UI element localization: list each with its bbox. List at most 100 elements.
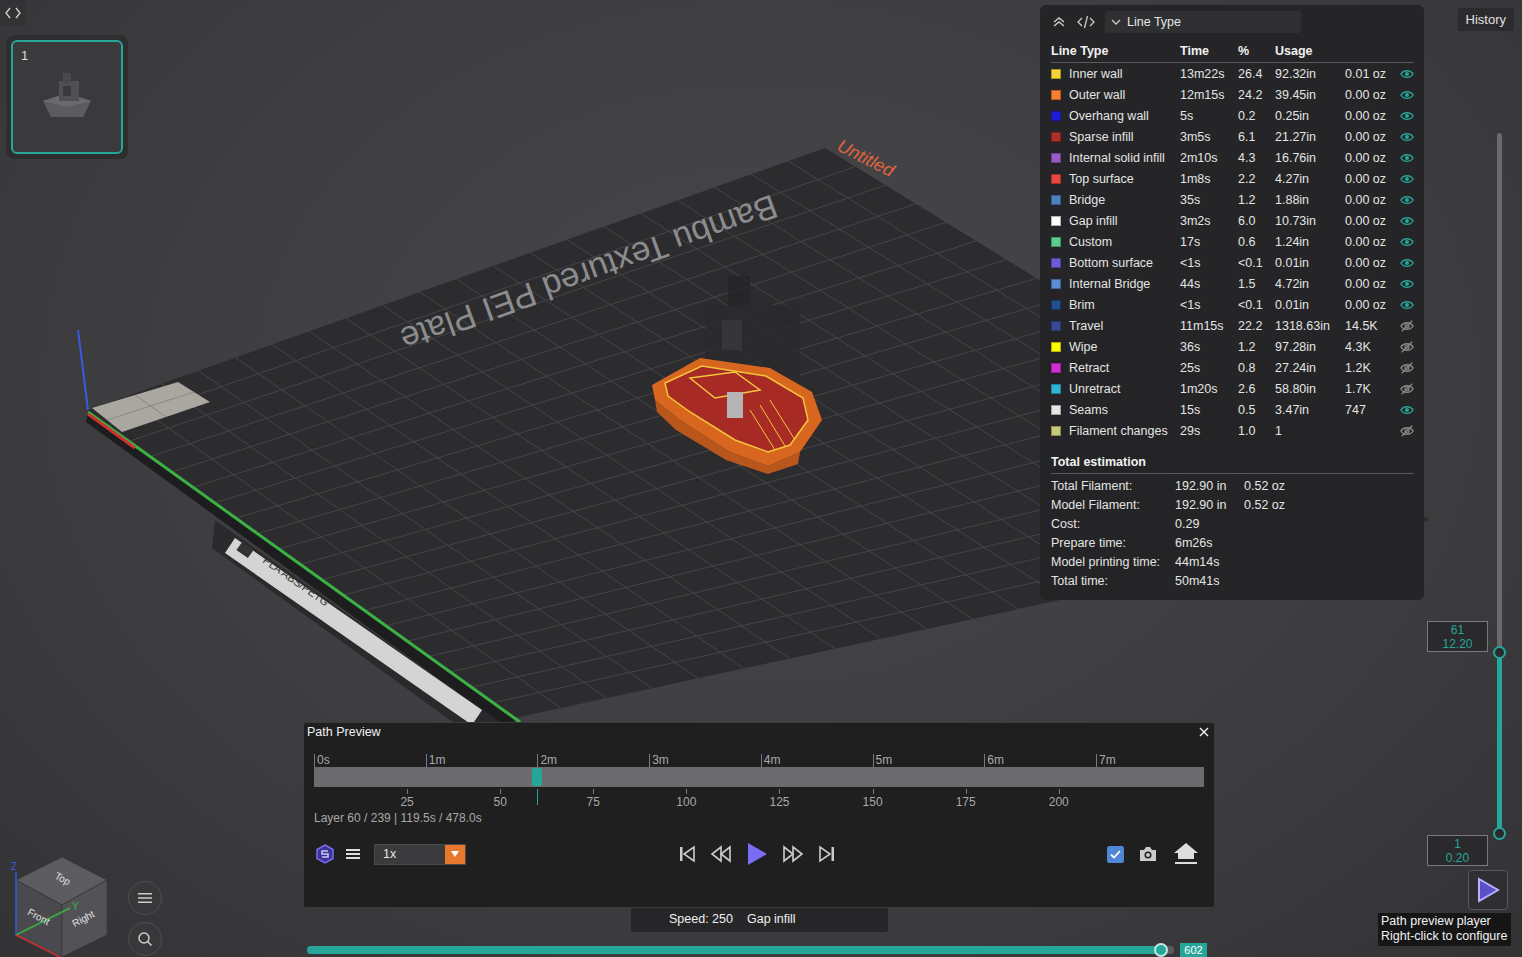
eye-off-icon[interactable] — [1400, 340, 1414, 354]
visibility-toggle[interactable] — [1397, 424, 1414, 438]
legend-row: Bridge35s1.21.88in0.00 oz — [1051, 189, 1414, 210]
skip-end-button[interactable] — [813, 840, 841, 868]
eye-icon[interactable] — [1400, 109, 1414, 123]
speed-select[interactable]: 1x — [374, 844, 466, 865]
line-type-length: 0.01in — [1275, 256, 1345, 270]
line-type-name: Top surface — [1069, 172, 1180, 186]
visibility-toggle[interactable] — [1397, 277, 1414, 291]
hover-info: Speed: 250Gap infill — [631, 908, 888, 932]
close-icon[interactable] — [1198, 726, 1210, 738]
visibility-toggle[interactable] — [1397, 193, 1414, 207]
play-button[interactable] — [741, 838, 773, 870]
visibility-toggle[interactable] — [1397, 298, 1414, 312]
menu-button[interactable] — [128, 881, 162, 915]
list-button[interactable] — [342, 843, 364, 865]
search-button[interactable] — [128, 922, 162, 956]
line-type-length: 10.73in — [1275, 214, 1345, 228]
color-swatch — [1051, 111, 1061, 121]
line-type-length: 39.45in — [1275, 88, 1345, 102]
totals-row: Total Filament:192.90 in0.52 oz — [1051, 476, 1414, 495]
eye-icon[interactable] — [1400, 88, 1414, 102]
visibility-toggle[interactable] — [1397, 382, 1414, 396]
legend-row: Top surface1m8s2.24.27in0.00 oz — [1051, 168, 1414, 189]
visibility-toggle[interactable] — [1397, 235, 1414, 249]
line-type-percent: 4.3 — [1238, 151, 1275, 165]
visibility-toggle[interactable] — [1397, 340, 1414, 354]
eye-icon[interactable] — [1400, 235, 1414, 249]
plate-card[interactable]: 1 — [6, 35, 128, 159]
layer-slider-track[interactable] — [1497, 133, 1502, 833]
eye-icon[interactable] — [1400, 193, 1414, 207]
visibility-toggle[interactable] — [1397, 130, 1414, 144]
eye-icon[interactable] — [1400, 403, 1414, 417]
eye-icon[interactable] — [1400, 172, 1414, 186]
visibility-toggle[interactable] — [1397, 319, 1414, 333]
home-button[interactable] — [1172, 840, 1200, 868]
visibility-toggle[interactable] — [1397, 67, 1414, 81]
plate-list: 1 — [6, 35, 128, 159]
line-type-percent: 2.6 — [1238, 382, 1275, 396]
visibility-toggle[interactable] — [1397, 403, 1414, 417]
skip-start-button[interactable] — [673, 840, 701, 868]
line-type-name: Travel — [1069, 319, 1180, 333]
eye-off-icon[interactable] — [1400, 319, 1414, 333]
visibility-toggle[interactable] — [1397, 214, 1414, 228]
fast-forward-button[interactable] — [779, 840, 807, 868]
svg-text:Y: Y — [72, 901, 79, 912]
line-type-amount: 0.01 oz — [1345, 67, 1397, 81]
plate-thumbnail[interactable]: 1 — [11, 40, 123, 154]
layer-tick: 100 — [676, 795, 696, 809]
visibility-toggle[interactable] — [1397, 256, 1414, 270]
eye-off-icon[interactable] — [1400, 361, 1414, 375]
timeline[interactable]: 0s1m2m3m4m5m6m7m255075100125150175200Lay… — [314, 749, 1204, 826]
visibility-toggle[interactable] — [1397, 88, 1414, 102]
follow-checkbox[interactable] — [1107, 846, 1124, 863]
line-type-percent: 0.5 — [1238, 403, 1275, 417]
layer-tick: 75 — [587, 795, 600, 809]
line-type-time: 35s — [1180, 193, 1238, 207]
logo-icon — [315, 844, 335, 864]
eye-off-icon[interactable] — [1400, 382, 1414, 396]
color-swatch — [1051, 426, 1061, 436]
line-type-name: Custom — [1069, 235, 1180, 249]
model-preview[interactable] — [652, 358, 822, 474]
view-cube[interactable]: TopFrontRightZY — [0, 848, 125, 957]
layer-slider[interactable]: 6112.2010.20 — [1427, 128, 1517, 873]
legend-row: Unretract1m20s2.658.80in1.7K — [1051, 378, 1414, 399]
line-type-percent: <0.1 — [1238, 298, 1275, 312]
eye-icon[interactable] — [1400, 298, 1414, 312]
timeline-thumb[interactable] — [532, 768, 542, 786]
eye-off-icon[interactable] — [1400, 424, 1414, 438]
eye-icon[interactable] — [1400, 130, 1414, 144]
move-slider[interactable]: 602 — [307, 942, 1207, 957]
collapse-up-icon[interactable] — [1051, 14, 1067, 30]
line-type-amount: 0.00 oz — [1345, 88, 1397, 102]
line-type-percent: 24.2 — [1238, 88, 1275, 102]
visibility-toggle[interactable] — [1397, 172, 1414, 186]
eye-icon[interactable] — [1400, 67, 1414, 81]
visibility-toggle[interactable] — [1397, 109, 1414, 123]
move-slider-track[interactable] — [307, 946, 1174, 954]
view-type-dropdown[interactable]: Line Type — [1105, 11, 1301, 33]
eye-icon[interactable] — [1400, 256, 1414, 270]
timeline-track[interactable] — [314, 767, 1204, 787]
rewind-button[interactable] — [707, 840, 735, 868]
eye-icon[interactable] — [1400, 277, 1414, 291]
gcode-icon[interactable] — [1077, 14, 1095, 30]
history-button[interactable]: History — [1458, 8, 1514, 31]
line-type-time: 13m22s — [1180, 67, 1238, 81]
snapshot-button[interactable] — [1134, 840, 1162, 868]
lower-thumb[interactable] — [1493, 827, 1506, 840]
visibility-toggle[interactable] — [1397, 151, 1414, 165]
eye-icon[interactable] — [1400, 151, 1414, 165]
line-type-time: 44s — [1180, 277, 1238, 291]
line-type-length: 1.24in — [1275, 235, 1345, 249]
upper-thumb[interactable] — [1493, 646, 1506, 659]
eye-icon[interactable] — [1400, 214, 1414, 228]
mode-button[interactable] — [314, 843, 336, 865]
speed-arrow[interactable] — [445, 845, 465, 864]
visibility-toggle[interactable] — [1397, 361, 1414, 375]
sidebar-toggle[interactable] — [0, 0, 26, 26]
path-player-button[interactable] — [1468, 870, 1508, 910]
move-slider-thumb[interactable] — [1154, 943, 1168, 957]
